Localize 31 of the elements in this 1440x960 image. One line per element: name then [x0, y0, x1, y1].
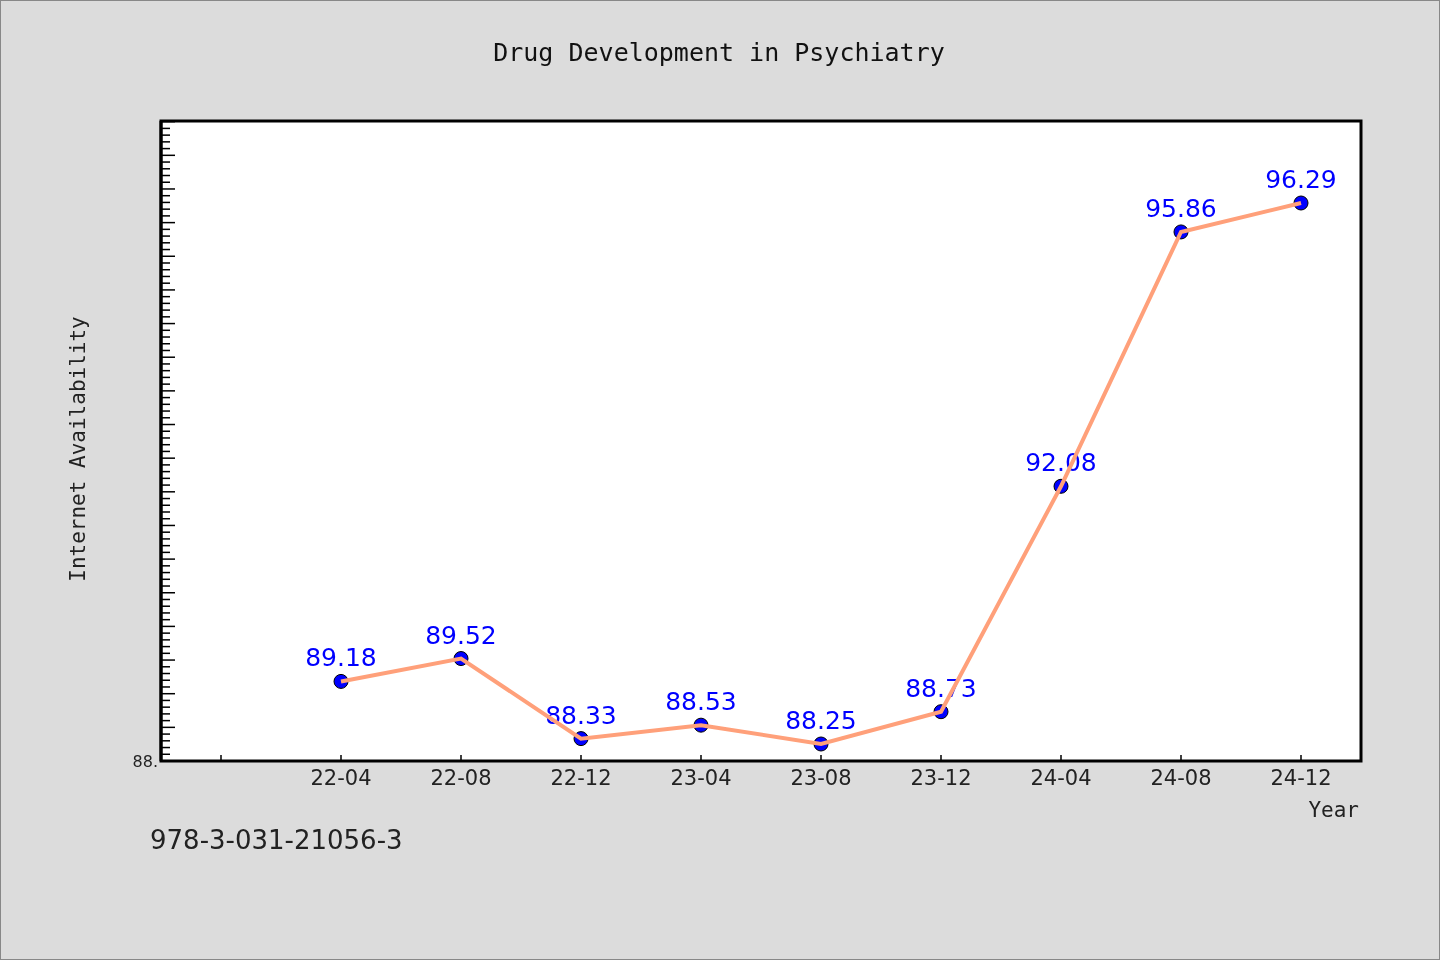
data-label: 92.08 [1025, 448, 1097, 478]
data-label: 95.86 [1145, 193, 1217, 223]
y-axis-label: Internet Availability [66, 316, 90, 582]
data-point [813, 736, 829, 752]
data-point [1293, 195, 1309, 211]
data-point [573, 731, 589, 747]
data-label: 89.52 [425, 620, 497, 650]
data-point [933, 704, 949, 720]
x-tick-label: 23-12 [910, 766, 972, 790]
x-tick-label: 24-12 [1270, 766, 1332, 790]
data-label: 88.33 [545, 700, 617, 730]
y-tick-label: 88. [132, 752, 158, 771]
x-tick-label: 24-04 [1030, 766, 1092, 790]
data-label: 96.29 [1265, 165, 1337, 194]
data-point [693, 717, 709, 733]
chart-title: Drug Development in Psychiatry [493, 38, 945, 67]
x-tick-label: 22-12 [550, 766, 612, 790]
footer-text: 978-3-031-21056-3 [150, 827, 403, 853]
x-tick-label: 24-08 [1150, 766, 1212, 790]
x-tick-label: 23-04 [670, 766, 732, 790]
data-label: 88.53 [665, 687, 737, 717]
data-point [453, 651, 469, 667]
x-tick-label: 22-04 [310, 766, 372, 790]
data-label: 89.18 [305, 643, 377, 673]
x-tick-label: 22-08 [430, 766, 492, 790]
data-point [1053, 478, 1069, 494]
x-axis-label: Year [1308, 798, 1359, 822]
data-point [1173, 224, 1189, 240]
data-label: 88.25 [785, 706, 857, 735]
data-point [333, 673, 349, 689]
x-tick-label: 23-08 [790, 766, 852, 790]
